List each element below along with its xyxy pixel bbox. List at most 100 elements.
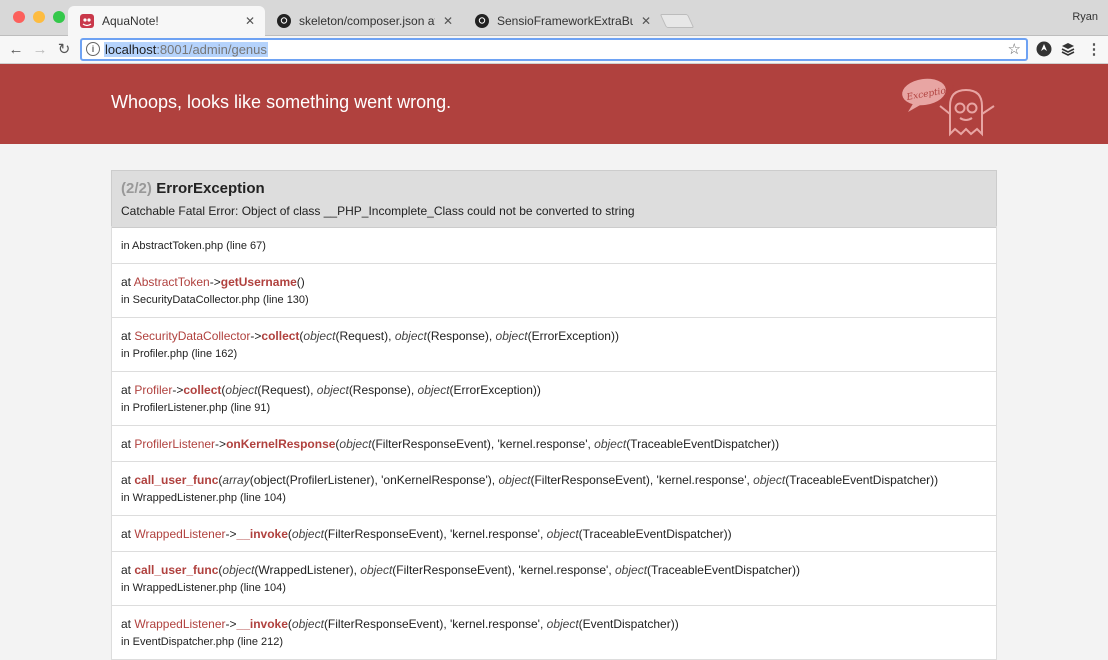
github-icon bbox=[475, 14, 489, 28]
trace-at: at bbox=[121, 329, 135, 343]
trace-row: in AbstractToken.php (line 67) bbox=[112, 227, 996, 263]
trace-comma: , bbox=[443, 527, 450, 541]
back-arrow-icon[interactable]: ← bbox=[6, 40, 26, 60]
trace-comma: , bbox=[388, 329, 395, 343]
trace-comma: , bbox=[539, 527, 547, 541]
trace-arg-type: object bbox=[339, 437, 372, 451]
trace-arg-value: (TraceableEventDispatcher) bbox=[785, 473, 935, 487]
trace-arrow: -> bbox=[209, 275, 221, 289]
trace-at: at bbox=[121, 563, 135, 577]
trace-function: collect bbox=[183, 383, 222, 397]
trace-class[interactable]: ProfilerListener bbox=[134, 437, 215, 451]
trace-arg-value: (FilterResponseEvent) bbox=[392, 563, 512, 577]
trace-comma: , bbox=[608, 563, 615, 577]
trace-file: in AbstractToken.php (line 67) bbox=[121, 240, 266, 252]
trace-arg-string: 'kernel.response' bbox=[497, 437, 588, 451]
trace-row: at SecurityDataCollector->collect(object… bbox=[112, 317, 996, 371]
trace-arg-value: (ErrorException) bbox=[449, 383, 537, 397]
trace-arg-value: (WrappedListener) bbox=[254, 563, 354, 577]
url-host: localhost bbox=[105, 42, 157, 57]
trace-comma: , bbox=[649, 473, 657, 487]
exception-message: Catchable Fatal Error: Object of class _… bbox=[121, 204, 635, 218]
profile-name[interactable]: Ryan bbox=[1072, 11, 1098, 23]
tab-aquanote[interactable]: AquaNote! ✕ bbox=[68, 6, 265, 36]
error-header: Whoops, looks like something went wrong.… bbox=[0, 64, 1108, 144]
trace-class[interactable]: AbstractToken bbox=[134, 275, 210, 289]
forward-arrow-icon[interactable]: → bbox=[30, 40, 50, 60]
trace-class[interactable]: WrappedListener bbox=[134, 527, 225, 541]
tab-composer-json[interactable]: skeleton/composer.json at c9f ✕ bbox=[265, 6, 463, 36]
trace-call: at call_user_func(object(WrappedListener… bbox=[121, 561, 987, 579]
trace-arg-value: (TraceableEventDispatcher) bbox=[647, 563, 796, 577]
stack-trace: in AbstractToken.php (line 67) at Abstrac… bbox=[111, 226, 997, 660]
maximize-window-button[interactable] bbox=[53, 11, 65, 23]
trace-function: getUsername bbox=[220, 275, 297, 289]
trace-comma: , bbox=[443, 617, 450, 631]
address-bar[interactable]: i localhost:8001/admin/genus ☆ bbox=[80, 38, 1028, 61]
trace-arg-value: (ErrorException) bbox=[527, 329, 615, 343]
trace-arg-value: (FilterResponseEvent) bbox=[371, 437, 491, 451]
trace-arg-value: (object(ProfilerListener), 'onKernelResp… bbox=[249, 473, 492, 487]
trace-arg-type: object bbox=[225, 383, 258, 397]
trace-class[interactable]: SecurityDataCollector bbox=[134, 329, 250, 343]
tab-title: skeleton/composer.json at c9f bbox=[299, 14, 435, 28]
close-icon[interactable]: ✕ bbox=[443, 14, 453, 28]
exception-panel: (2/2) ErrorException Catchable Fatal Err… bbox=[111, 170, 997, 660]
trace-comma: , bbox=[310, 383, 317, 397]
minimize-window-button[interactable] bbox=[33, 11, 45, 23]
trace-comma: , bbox=[539, 617, 547, 631]
trace-paren: ) bbox=[614, 329, 619, 343]
reload-icon[interactable]: ↻ bbox=[54, 40, 74, 60]
trace-paren: ) bbox=[795, 563, 800, 577]
trace-file: in WrappedListener.php (line 104) bbox=[121, 492, 286, 504]
close-window-button[interactable] bbox=[13, 11, 25, 23]
github-icon bbox=[277, 14, 291, 28]
trace-arg-type: array bbox=[222, 473, 250, 487]
trace-arg-type: object bbox=[316, 383, 349, 397]
trace-arg-value: (TraceableEventDispatcher) bbox=[578, 527, 728, 541]
exception-ghost-icon: Exception! bbox=[900, 72, 1000, 143]
trace-arg-value: (Request) bbox=[335, 329, 389, 343]
trace-at: at bbox=[121, 617, 135, 631]
extension-icon[interactable] bbox=[1036, 41, 1052, 57]
trace-arg-type: object bbox=[546, 617, 579, 631]
trace-class[interactable]: Profiler bbox=[134, 383, 172, 397]
new-tab-button[interactable] bbox=[659, 14, 695, 28]
trace-arg-type: object bbox=[498, 473, 531, 487]
menu-icon[interactable]: ⋮ bbox=[1084, 40, 1104, 60]
trace-call: at call_user_func(array(object(ProfilerL… bbox=[121, 471, 987, 489]
trace-function: __invoke bbox=[236, 527, 288, 541]
trace-arg-type: object bbox=[222, 563, 255, 577]
trace-call: at WrappedListener->__invoke(object(Filt… bbox=[121, 615, 987, 633]
trace-call: at SecurityDataCollector->collect(object… bbox=[121, 327, 987, 345]
close-icon[interactable]: ✕ bbox=[245, 14, 255, 28]
exception-count: (2/2) bbox=[121, 180, 152, 197]
trace-row: at AbstractToken->getUsername() in Securi… bbox=[112, 263, 996, 317]
url-path: :8001/admin/genus bbox=[156, 42, 267, 57]
layers-icon[interactable] bbox=[1060, 41, 1076, 57]
url-text[interactable]: localhost:8001/admin/genus bbox=[104, 42, 268, 57]
trace-at: at bbox=[121, 527, 135, 541]
bookmark-star-icon[interactable]: ☆ bbox=[1008, 40, 1021, 58]
trace-row: at call_user_func(object(WrappedListener… bbox=[112, 551, 996, 605]
tab-title: AquaNote! bbox=[102, 14, 159, 28]
trace-paren: ) bbox=[536, 383, 541, 397]
trace-arrow: -> bbox=[172, 383, 184, 397]
trace-row: at Profiler->collect(object(Request), ob… bbox=[112, 371, 996, 425]
close-icon[interactable]: ✕ bbox=[641, 14, 651, 28]
info-icon[interactable]: i bbox=[86, 42, 100, 56]
trace-row: at call_user_func(array(object(ProfilerL… bbox=[112, 461, 996, 515]
trace-call: at Profiler->collect(object(Request), ob… bbox=[121, 381, 987, 399]
trace-function: onKernelResponse bbox=[226, 437, 336, 451]
trace-arg-value: (EventDispatcher) bbox=[578, 617, 675, 631]
trace-file: in Profiler.php (line 162) bbox=[121, 348, 238, 360]
trace-function: call_user_func bbox=[134, 473, 219, 487]
browser-toolbar: ← → ↻ i localhost:8001/admin/genus ☆ ⋮ bbox=[0, 36, 1108, 64]
trace-class[interactable]: WrappedListener bbox=[134, 617, 225, 631]
trace-call: at AbstractToken->getUsername() bbox=[121, 273, 987, 291]
trace-comma: , bbox=[490, 437, 498, 451]
tab-sensio-bundle[interactable]: SensioFrameworkExtraBundle/ ✕ bbox=[463, 6, 661, 36]
trace-arg-type: object bbox=[753, 473, 786, 487]
trace-arg-type: object bbox=[360, 563, 393, 577]
trace-file: in SecurityDataCollector.php (line 130) bbox=[121, 294, 309, 306]
